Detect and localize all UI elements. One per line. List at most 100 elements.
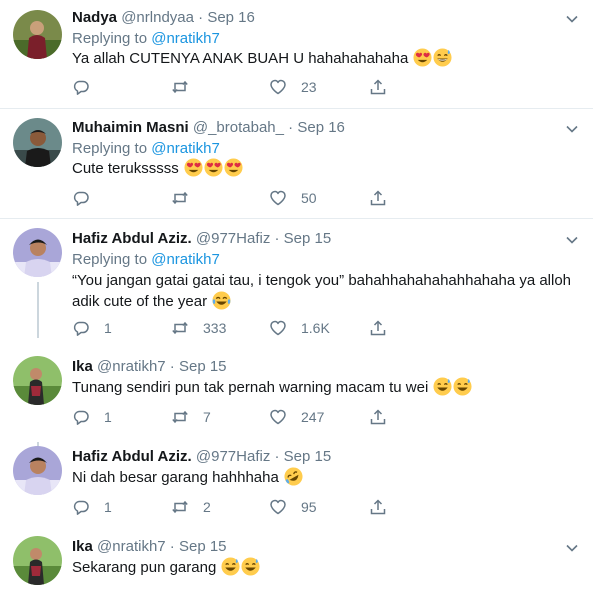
- grin-sweat-emoji-icon: [433, 377, 453, 396]
- tweet-text: Ya allah CUTENYA ANAK BUAH U hahahahahah…: [72, 48, 582, 69]
- tweet-date[interactable]: Sep 16: [207, 9, 255, 26]
- retweet-button[interactable]: 2: [171, 496, 211, 518]
- tweet-text-content: Sekarang pun garang: [72, 559, 217, 576]
- chevron-down-icon[interactable]: [565, 541, 579, 555]
- reply-button[interactable]: 1: [72, 406, 112, 428]
- avatar[interactable]: [13, 356, 62, 405]
- tweet-date[interactable]: Sep 15: [179, 538, 227, 555]
- avatar[interactable]: [13, 446, 62, 495]
- rofl-emoji-icon: [284, 467, 303, 486]
- share-button[interactable]: [369, 76, 387, 98]
- heart-icon: [270, 409, 286, 425]
- share-button[interactable]: [369, 406, 387, 428]
- share-button[interactable]: [369, 187, 387, 209]
- tweet-actions: 50: [72, 187, 402, 209]
- avatar[interactable]: [13, 228, 62, 277]
- retweet-count: 333: [203, 320, 227, 336]
- share-button[interactable]: [369, 317, 387, 339]
- tweet-text: Cute teruksssss: [72, 158, 582, 179]
- replying-label: Replying to: [72, 251, 148, 268]
- retweet-button[interactable]: [171, 76, 203, 98]
- share-icon: [370, 409, 386, 425]
- like-button[interactable]: 23: [269, 76, 317, 98]
- reply-button[interactable]: [72, 187, 104, 209]
- replying-to: Replying to @nratikh7: [72, 140, 220, 157]
- mention-link[interactable]: @nratikh7: [151, 140, 220, 157]
- avatar[interactable]: [13, 10, 62, 59]
- mention-link[interactable]: @nratikh7: [151, 251, 220, 268]
- tweet-actions: 1 333 1.6K: [72, 317, 402, 339]
- tweet[interactable]: Hafiz Abdul Aziz. @977Hafiz · Sep 15 Rep…: [0, 218, 593, 346]
- chevron-down-icon[interactable]: [565, 122, 579, 136]
- tweet-header: Hafiz Abdul Aziz. @977Hafiz · Sep 15: [72, 448, 331, 465]
- grin-sweat-emoji-icon: [221, 557, 240, 576]
- separator-dot: ·: [288, 119, 294, 136]
- tweet[interactable]: Hafiz Abdul Aziz. @977Hafiz · Sep 15 Ni …: [0, 436, 593, 526]
- tweet-header: Ika @nratikh7 · Sep 15: [72, 538, 227, 555]
- tweet[interactable]: Nadya @nrlndyaa · Sep 16 Replying to @nr…: [0, 0, 593, 108]
- author-handle[interactable]: @nratikh7: [97, 358, 166, 375]
- separator-dot: ·: [274, 230, 280, 247]
- share-icon: [370, 190, 386, 206]
- avatar[interactable]: [13, 118, 62, 167]
- like-button[interactable]: 50: [269, 187, 317, 209]
- reply-count: 1: [104, 409, 112, 425]
- retweet-button[interactable]: 333: [171, 317, 226, 339]
- tweet[interactable]: Ika @nratikh7 · Sep 15 Tunang sendiri pu…: [0, 346, 593, 436]
- share-icon: [370, 79, 386, 95]
- author-handle[interactable]: @nratikh7: [97, 538, 166, 555]
- retweet-count: 7: [203, 409, 211, 425]
- tweet-date[interactable]: Sep 15: [284, 448, 332, 465]
- author-handle[interactable]: @nrlndyaa: [121, 9, 194, 26]
- share-button[interactable]: [369, 496, 387, 518]
- like-button[interactable]: 95: [269, 496, 317, 518]
- retweet-icon: [172, 500, 188, 514]
- reply-button[interactable]: [72, 76, 104, 98]
- grin-sweat-emoji-icon: [453, 377, 473, 396]
- author-handle[interactable]: @977Hafiz: [196, 230, 270, 247]
- retweet-icon: [172, 80, 188, 94]
- author-name[interactable]: Muhaimin Masni: [72, 119, 189, 136]
- author-name[interactable]: Nadya: [72, 9, 117, 26]
- like-button[interactable]: 247: [269, 406, 324, 428]
- separator-dot: ·: [169, 538, 175, 555]
- reply-icon: [73, 321, 89, 336]
- tweet-date[interactable]: Sep 16: [297, 119, 345, 136]
- joy-emoji-icon: [212, 291, 231, 310]
- reply-button[interactable]: 1: [72, 317, 112, 339]
- reply-icon: [73, 80, 89, 95]
- heart-icon: [270, 79, 286, 95]
- like-count: 95: [301, 499, 317, 515]
- replying-label: Replying to: [72, 140, 148, 157]
- tweet[interactable]: Ika @nratikh7 · Sep 15 Sekarang pun gara…: [0, 526, 593, 589]
- heart-eyes-emoji-icon: [413, 48, 433, 67]
- retweet-button[interactable]: [171, 187, 203, 209]
- retweet-button[interactable]: 7: [171, 406, 211, 428]
- like-button[interactable]: 1.6K: [269, 317, 330, 339]
- author-name[interactable]: Hafiz Abdul Aziz.: [72, 230, 192, 247]
- reply-button[interactable]: 1: [72, 496, 112, 518]
- tweet-text-content: Ni dah besar garang hahhhaha: [72, 469, 279, 486]
- author-name[interactable]: Hafiz Abdul Aziz.: [72, 448, 192, 465]
- tweet-header: Ika @nratikh7 · Sep 15: [72, 358, 227, 375]
- grin-sweat-emoji-icon: [433, 48, 453, 67]
- like-count: 1.6K: [301, 320, 330, 336]
- mention-link[interactable]: @nratikh7: [151, 30, 220, 47]
- tweet-header: Hafiz Abdul Aziz. @977Hafiz · Sep 15: [72, 230, 331, 247]
- tweet[interactable]: Muhaimin Masni @_brotabah_ · Sep 16 Repl…: [0, 108, 593, 218]
- tweet-date[interactable]: Sep 15: [284, 230, 332, 247]
- chevron-down-icon[interactable]: [565, 12, 579, 26]
- chevron-down-icon[interactable]: [565, 233, 579, 247]
- author-name[interactable]: Ika: [72, 358, 93, 375]
- reply-icon: [73, 191, 89, 206]
- avatar[interactable]: [13, 536, 62, 585]
- tweet-text-content: Cute teruksssss: [72, 160, 179, 177]
- tweet-text-content: Ya allah CUTENYA ANAK BUAH U hahahahahah…: [72, 50, 409, 67]
- author-handle[interactable]: @_brotabah_: [193, 119, 284, 136]
- tweet-header: Muhaimin Masni @_brotabah_ · Sep 16: [72, 119, 345, 136]
- reply-icon: [73, 500, 89, 515]
- author-name[interactable]: Ika: [72, 538, 93, 555]
- author-handle[interactable]: @977Hafiz: [196, 448, 270, 465]
- share-icon: [370, 320, 386, 336]
- tweet-date[interactable]: Sep 15: [179, 358, 227, 375]
